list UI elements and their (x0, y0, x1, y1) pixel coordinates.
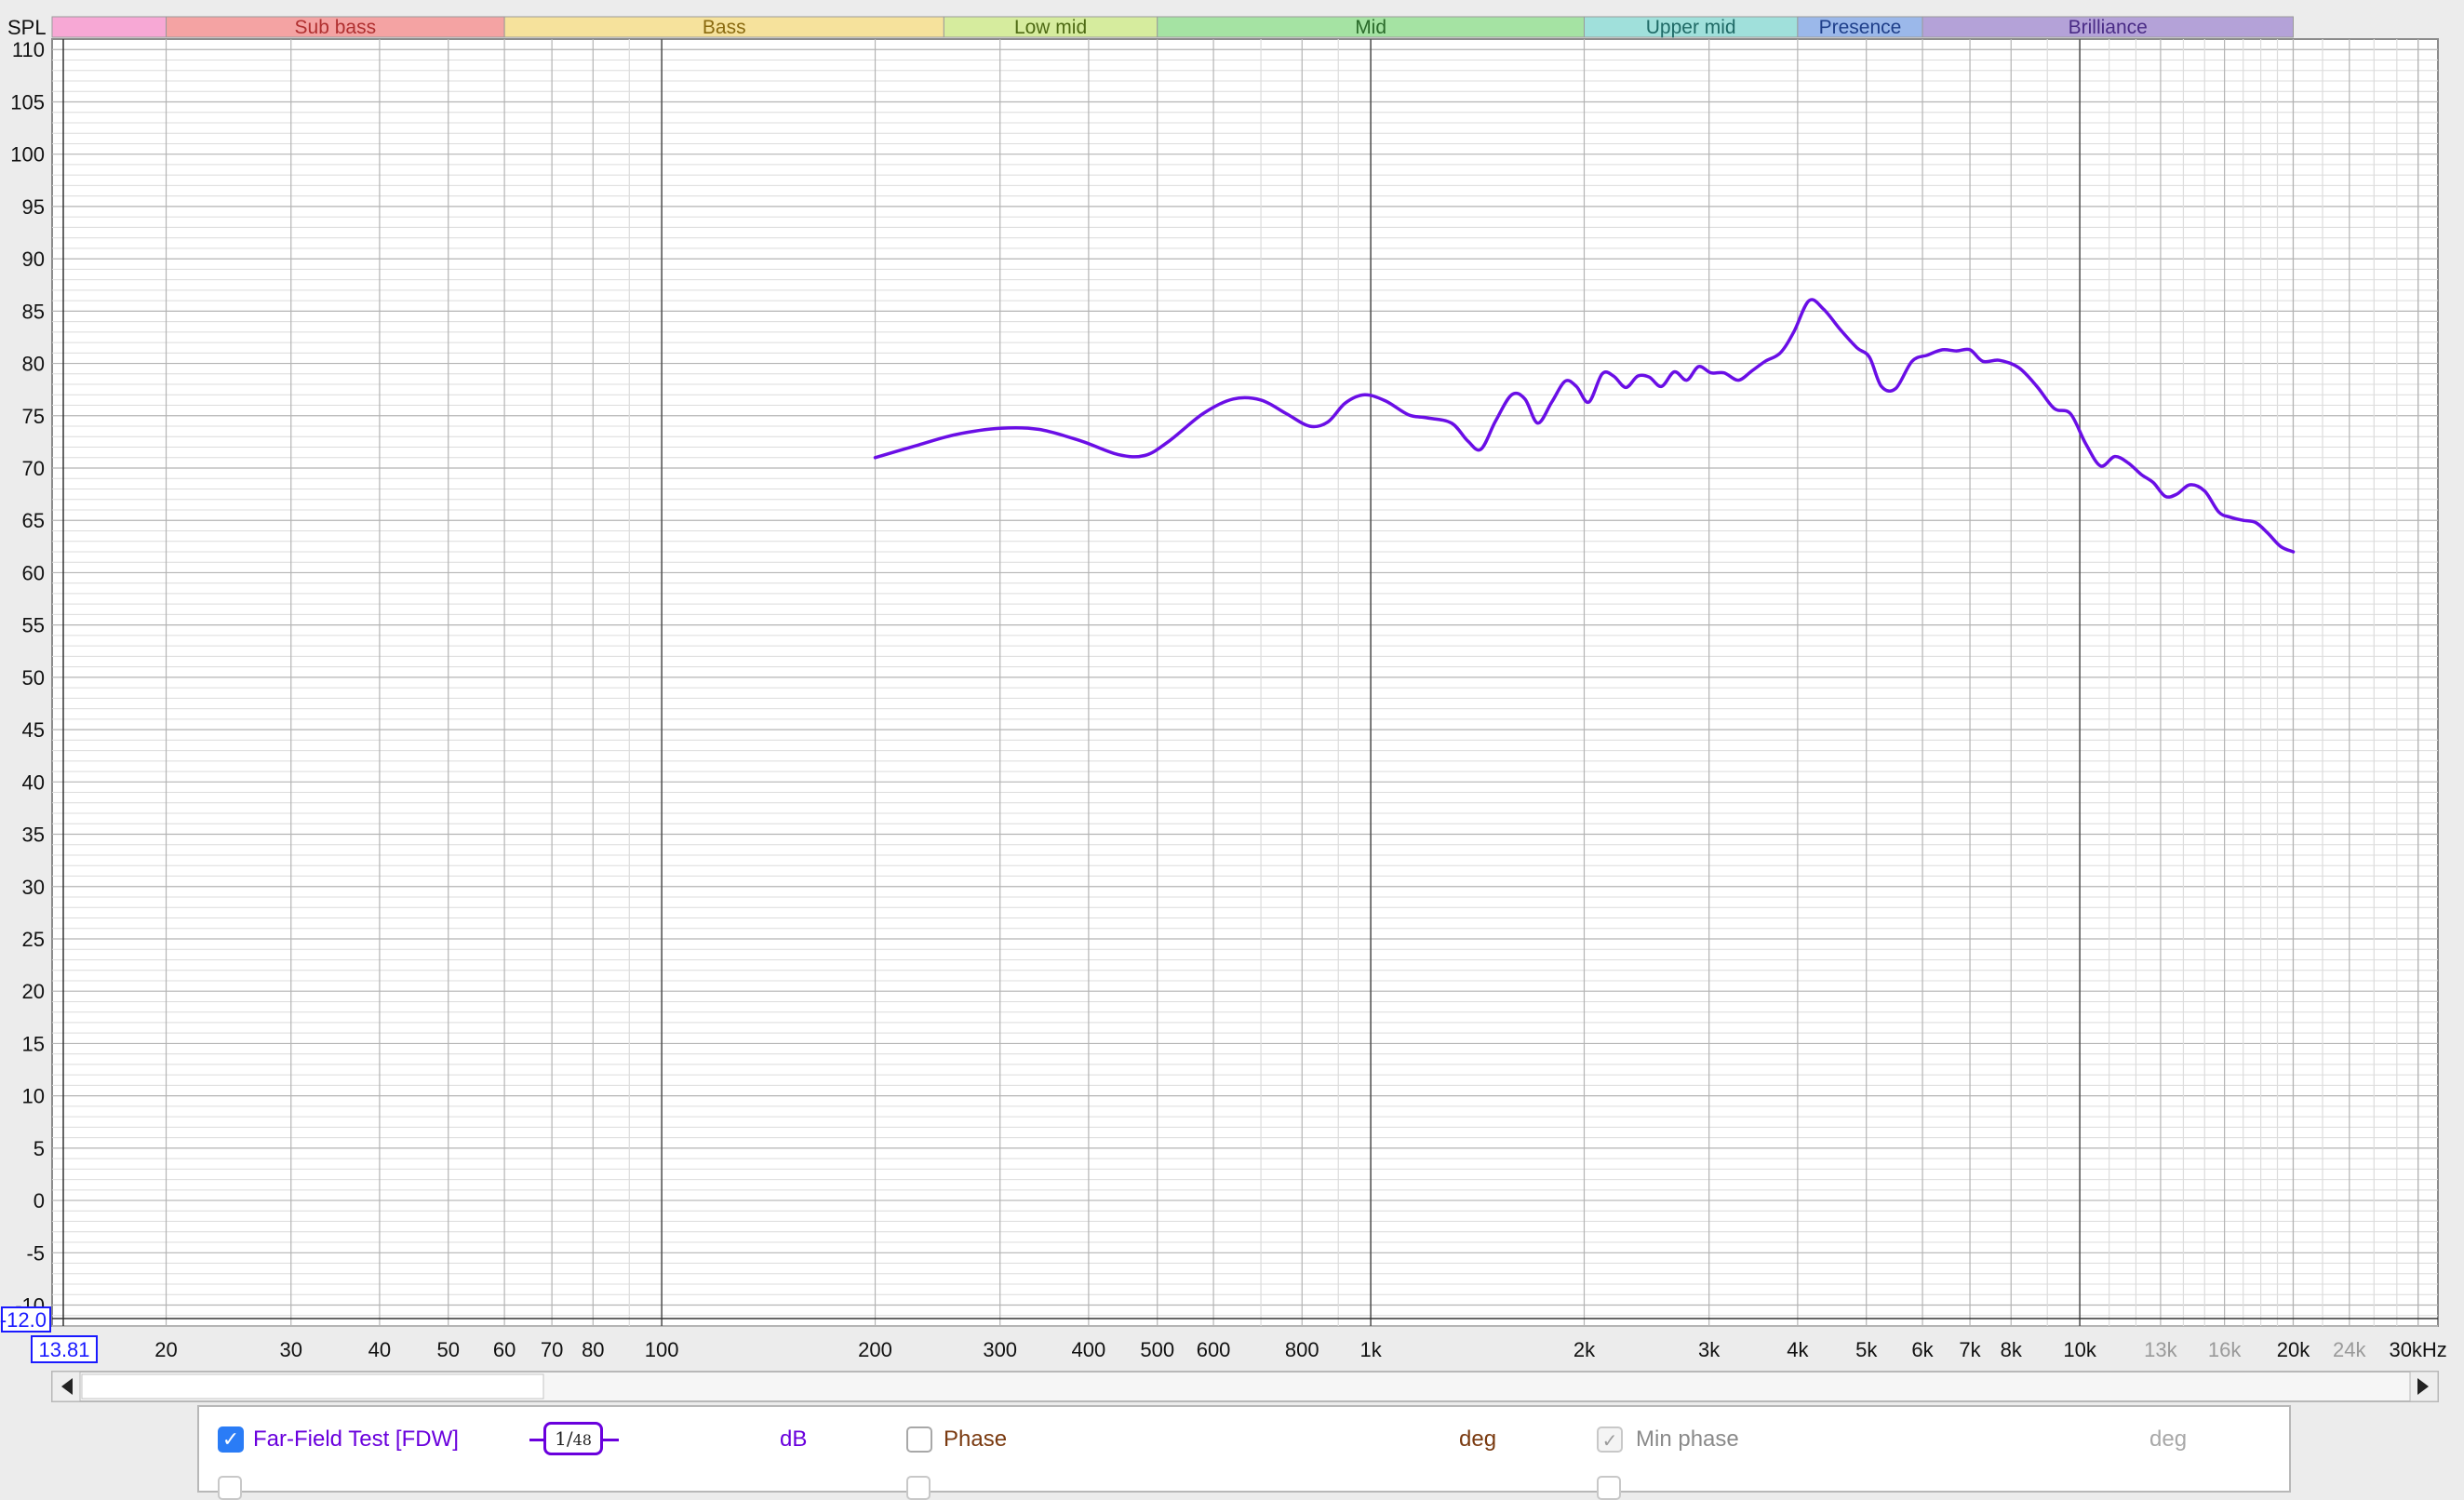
y-tick-label: 75 (22, 405, 45, 428)
x-tick-label: 1k (1359, 1338, 1382, 1361)
band-label: Low mid (1014, 17, 1087, 38)
row2-checkbox-1[interactable] (218, 1476, 242, 1500)
y-tick-label: 105 (10, 90, 45, 114)
y-tick-label: 65 (22, 509, 45, 532)
y-cursor-readout: -12.0 (0, 1308, 47, 1332)
y-tick-label: 30 (22, 876, 45, 899)
x-tick-label: 40 (368, 1338, 391, 1361)
phase-unit-label: deg (1459, 1426, 1497, 1452)
band-segment[interactable] (51, 16, 167, 38)
x-tick-label: 80 (582, 1338, 604, 1361)
x-tick-label: 24k (2333, 1338, 2366, 1361)
frequency-band-bar: Sub bass Bass Low mid Mid Upper mid Presence B… (51, 16, 2294, 38)
x-tick-label: 30 (279, 1338, 301, 1361)
y-tick-label: 50 (22, 666, 45, 690)
x-tick-label: 16k (2208, 1338, 2242, 1361)
x-tick-label: 4k (1787, 1338, 1809, 1361)
x-tick-label: 6k (1911, 1338, 1934, 1361)
band-label: Mid (1355, 17, 1386, 38)
x-tick-label: 100 (645, 1338, 679, 1361)
band-label: Sub bass (295, 17, 377, 38)
x-tick-label: 70 (541, 1338, 563, 1361)
y-tick-label: 100 (10, 143, 45, 167)
x-tick-label: 8k (2001, 1338, 2023, 1361)
next-row-partial (199, 1468, 2289, 1500)
x-tick-label: 30kHz (2389, 1338, 2446, 1361)
y-tick-label: 55 (22, 614, 45, 637)
trace-visible-checkbox[interactable]: ✓ (218, 1426, 244, 1453)
trace-name[interactable]: Far-Field Test [FDW] (253, 1426, 459, 1453)
scroll-thumb[interactable] (81, 1373, 544, 1400)
y-tick-label: 5 (33, 1137, 45, 1160)
band-label: Bass (703, 17, 746, 38)
x-tick-label: 7k (1959, 1338, 1981, 1361)
x-tick-label: 10k (2063, 1338, 2096, 1361)
y-tick-label: 10 (22, 1085, 45, 1108)
smoothing-numerator: 1 (555, 1427, 567, 1450)
row2-checkbox-2[interactable] (906, 1476, 931, 1500)
x-tick-label: 600 (1197, 1338, 1231, 1361)
y-tick-label: 20 (22, 980, 45, 1003)
y-tick-label: 110 (12, 38, 45, 61)
x-tick-label: 20 (154, 1338, 177, 1361)
spl-axis-label: SPL (7, 16, 47, 39)
band-label: Brilliance (2069, 17, 2148, 38)
x-tick-label: 5k (1855, 1338, 1878, 1361)
min-phase-checkbox[interactable]: ✓ (1597, 1426, 1623, 1453)
smoothing-button[interactable]: 1/48 (543, 1422, 603, 1455)
y-tick-label: 90 (22, 248, 45, 271)
y-tick-label: 0 (33, 1189, 45, 1212)
y-tick-label: 40 (22, 770, 45, 794)
x-tick-label: 2k (1573, 1338, 1596, 1361)
y-tick-label: 45 (22, 718, 45, 742)
x-tick-label: 60 (493, 1338, 516, 1361)
band-label: Upper mid (1646, 17, 1736, 38)
x-tick-label: 13k (2144, 1338, 2177, 1361)
min-phase-unit-label: deg (2149, 1426, 2188, 1452)
x-tick-label: 300 (983, 1338, 1017, 1361)
phase-label: Phase (944, 1426, 1008, 1452)
smoothing-denominator: 48 (572, 1431, 592, 1449)
x-tick-label: 3k (1698, 1338, 1721, 1361)
x-tick-label: 500 (1140, 1338, 1174, 1361)
x-tick-label: 800 (1285, 1338, 1319, 1361)
row2-checkbox-3[interactable] (1597, 1476, 1621, 1500)
band-label: Presence (1819, 17, 1902, 38)
spl-chart: Sub bass Bass Low mid Mid Upper mid Presence B… (0, 16, 2447, 1402)
db-unit-label: dB (780, 1426, 808, 1452)
smoothing-line-right (600, 1439, 619, 1441)
min-phase-label: Min phase (1636, 1426, 1739, 1452)
y-tick-label: 60 (22, 561, 45, 584)
y-tick-label: 85 (22, 300, 45, 323)
y-tick-label: 70 (22, 457, 45, 480)
trace-control-panel: ✓ Far-Field Test [FDW] 1/48 dB Phase deg… (197, 1405, 2291, 1500)
x-tick-label: 20k (2277, 1338, 2310, 1361)
x-cursor-readout: 13.81 (38, 1338, 89, 1361)
phase-checkbox[interactable] (906, 1426, 932, 1453)
y-axis-ticks: 1101051009590858075706560555045403530252… (10, 38, 45, 1317)
trace-row: ✓ Far-Field Test [FDW] 1/48 dB Phase deg… (199, 1416, 2289, 1463)
horizontal-scrollbar[interactable] (51, 1371, 2439, 1402)
smoothing-slash: / (566, 1427, 573, 1450)
y-tick-label: 35 (22, 824, 45, 847)
y-tick-label: 80 (22, 353, 45, 376)
y-tick-label: 25 (22, 928, 45, 951)
y-tick-label: 95 (22, 195, 45, 219)
x-tick-label: 50 (437, 1338, 460, 1361)
y-tick-label: -5 (26, 1241, 45, 1265)
x-axis-ticks: 20 30 40 50 60 70 80 100 200 300 400 500 600 800 1k 2k 3… (154, 1338, 2447, 1361)
x-tick-label: 400 (1072, 1338, 1106, 1361)
y-tick-label: 15 (22, 1032, 45, 1055)
x-tick-label: 200 (858, 1338, 892, 1361)
